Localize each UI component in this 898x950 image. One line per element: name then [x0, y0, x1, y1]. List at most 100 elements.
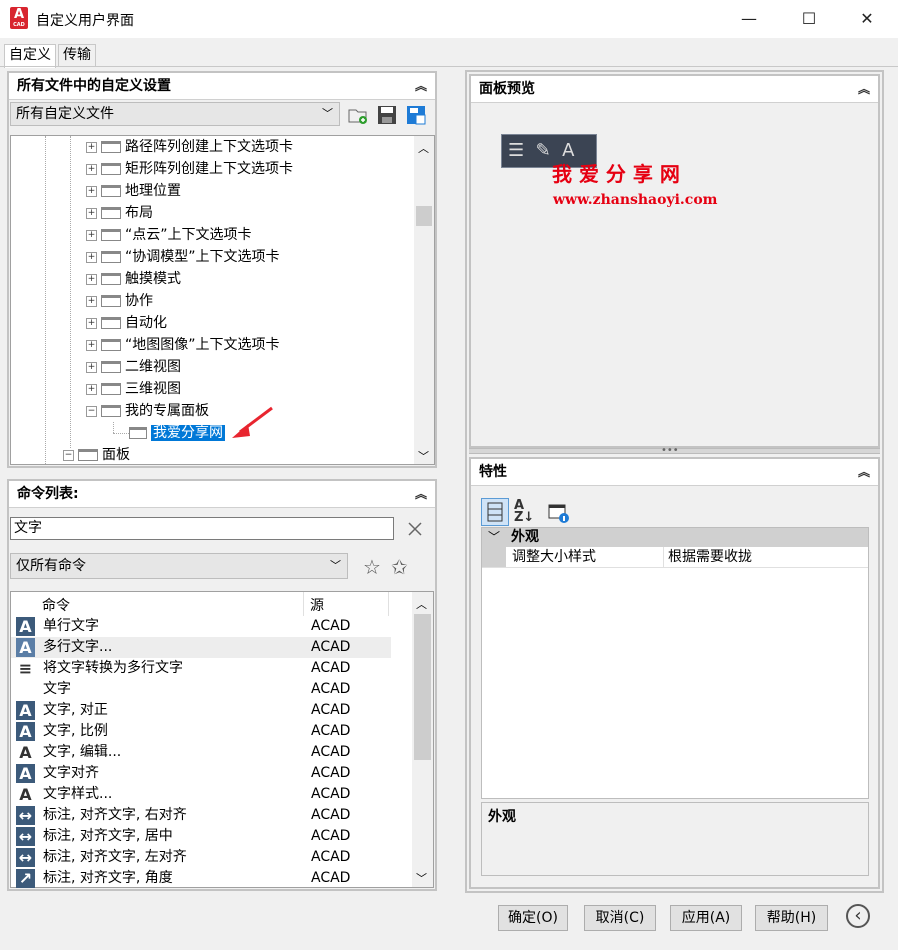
command-row[interactable]: ↔ 标注, 对齐文字, 左对齐 ACAD: [11, 847, 391, 868]
tree-node[interactable]: − 面板: [63, 444, 130, 466]
expand-plus-icon[interactable]: +: [86, 229, 97, 241]
scroll-down-icon[interactable]: ﹀: [418, 448, 429, 464]
tree-node[interactable]: + 三维视图: [86, 378, 181, 400]
tree-node[interactable]: + “协调模型”上下文选项卡: [86, 246, 280, 268]
panel-preview-header: 面板预览 ︽: [471, 76, 878, 103]
collapse-chevron-icon[interactable]: ︽: [415, 481, 427, 507]
command-row[interactable]: ≡ 将文字转换为多行文字 ACAD: [11, 658, 391, 679]
tree-scrollbar[interactable]: [414, 136, 434, 464]
command-row[interactable]: 文字 ACAD: [11, 679, 391, 700]
save-icon[interactable]: [376, 104, 398, 126]
scroll-up-icon[interactable]: ︿: [416, 596, 427, 612]
expand-plus-icon[interactable]: +: [86, 163, 97, 175]
customization-file-select[interactable]: 所有自定义文件 ﹀: [10, 102, 340, 126]
command-row[interactable]: A 文字样式... ACAD: [11, 784, 391, 805]
scroll-down-icon[interactable]: ﹀: [416, 870, 427, 886]
command-row[interactable]: A 文字, 编辑... ACAD: [11, 742, 391, 763]
property-value[interactable]: 根据需要收拢: [668, 547, 752, 567]
tab-transfer[interactable]: 传输: [58, 44, 96, 67]
column-source[interactable]: 源: [310, 595, 324, 615]
command-row[interactable]: A 多行文字... ACAD: [11, 637, 391, 658]
expand-plus-icon[interactable]: +: [86, 273, 97, 285]
command-row[interactable]: ↔ 标注, 对齐文字, 居中 ACAD: [11, 826, 391, 847]
command-row[interactable]: ↗ 标注, 对齐文字, 角度 ACAD: [11, 868, 391, 889]
collapse-minus-icon[interactable]: −: [63, 449, 74, 461]
command-filter-value: 仅所有命令: [16, 558, 86, 574]
command-row[interactable]: A 单行文字 ACAD: [11, 616, 391, 637]
dim-text-center-icon: ↔: [16, 827, 35, 846]
command-source: ACAD: [311, 660, 351, 676]
tree-node[interactable]: + 触摸模式: [86, 268, 181, 290]
expand-plus-icon[interactable]: +: [86, 339, 97, 351]
expand-plus-icon[interactable]: +: [86, 185, 97, 197]
apply-button[interactable]: 应用(A): [670, 905, 742, 931]
cancel-button[interactable]: 取消(C): [584, 905, 656, 931]
tab-customize[interactable]: 自定义: [4, 44, 56, 68]
collapse-chevron-icon[interactable]: ︽: [415, 73, 427, 99]
ribbon-tab-icon: [101, 163, 121, 175]
property-row[interactable]: 调整大小样式 根据需要收拢: [482, 547, 868, 568]
splitter-grip-icon[interactable]: •••: [661, 445, 679, 456]
tree-node[interactable]: + 二维视图: [86, 356, 181, 378]
expand-plus-icon[interactable]: +: [86, 141, 97, 153]
command-row[interactable]: A 文字, 比例 ACAD: [11, 721, 391, 742]
collapse-chevron-icon[interactable]: ︽: [858, 459, 870, 485]
collapse-arrow-icon[interactable]: ‹: [846, 904, 870, 928]
expand-plus-icon[interactable]: +: [86, 251, 97, 263]
tree-guide-line: [70, 136, 72, 448]
window-title: 自定义用户界面: [36, 13, 134, 29]
tree-node[interactable]: + 协作: [86, 290, 153, 312]
maximize-button[interactable]: ☐: [780, 0, 838, 38]
text-edit-icon: A: [16, 743, 35, 762]
tree-scroll-thumb[interactable]: [416, 206, 432, 226]
command-source: ACAD: [311, 618, 351, 634]
command-scroll-thumb[interactable]: [414, 614, 431, 760]
command-source: ACAD: [311, 744, 351, 760]
ribbon-tab-icon: [101, 317, 121, 329]
tree-node[interactable]: − 我的专属面板: [86, 400, 209, 422]
collapse-minus-icon[interactable]: −: [86, 405, 97, 417]
minimize-button[interactable]: —: [720, 0, 778, 38]
customization-file-value: 所有自定义文件: [16, 106, 114, 122]
expand-plus-icon[interactable]: +: [86, 383, 97, 395]
clear-search-icon[interactable]: [406, 520, 424, 538]
tree-node[interactable]: + “地图图像”上下文选项卡: [86, 334, 280, 356]
tree-node[interactable]: + “点云”上下文选项卡: [86, 224, 252, 246]
command-source: ACAD: [311, 702, 351, 718]
customization-tree[interactable]: [10, 135, 435, 465]
tree-node[interactable]: + 布局: [86, 202, 153, 224]
new-command-star-icon[interactable]: ✩: [391, 555, 408, 579]
tree-node-selected[interactable]: 我爱分享网: [129, 422, 225, 444]
help-button[interactable]: 帮助(H): [755, 905, 828, 931]
property-pages-icon[interactable]: [547, 502, 571, 524]
tree-node[interactable]: + 路径阵列创建上下文选项卡: [86, 136, 293, 158]
collapse-chevron-icon[interactable]: ︽: [858, 76, 870, 102]
property-category-row[interactable]: ﹀ 外观: [482, 528, 868, 547]
expand-plus-icon[interactable]: +: [86, 295, 97, 307]
expand-plus-icon[interactable]: +: [86, 361, 97, 373]
command-search-input[interactable]: 文字: [10, 517, 394, 540]
command-name: 标注, 对齐文字, 居中: [43, 828, 173, 844]
command-filter-select[interactable]: 仅所有命令 ﹀: [10, 553, 348, 579]
tree-node-label: 面板: [102, 447, 130, 463]
scroll-up-icon[interactable]: ︿: [418, 140, 429, 156]
convert-to-mtext-icon: ≡: [16, 659, 35, 678]
star-icon[interactable]: ☆: [363, 555, 381, 579]
tree-node[interactable]: + 地理位置: [86, 180, 181, 202]
column-command[interactable]: 命令: [42, 595, 70, 615]
tree-node[interactable]: + 自动化: [86, 312, 167, 334]
categorized-view-button[interactable]: [481, 498, 509, 526]
tree-node[interactable]: + 矩形阵列创建上下文选项卡: [86, 158, 293, 180]
command-row[interactable]: A 文字对齐 ACAD: [11, 763, 391, 784]
command-row[interactable]: ↔ 标注, 对齐文字, 右对齐 ACAD: [11, 805, 391, 826]
alphabetical-sort-icon[interactable]: A Z↓: [514, 499, 534, 524]
command-row[interactable]: A 文字, 对正 ACAD: [11, 700, 391, 721]
properties-header: 特性 ︽: [471, 459, 878, 486]
save-as-icon[interactable]: [405, 104, 427, 126]
open-file-icon[interactable]: [347, 104, 369, 126]
close-button[interactable]: ✕: [838, 0, 896, 38]
ok-button[interactable]: 确定(O): [498, 905, 568, 931]
expand-plus-icon[interactable]: +: [86, 207, 97, 219]
expand-plus-icon[interactable]: +: [86, 317, 97, 329]
chevron-down-icon[interactable]: ﹀: [488, 528, 500, 547]
